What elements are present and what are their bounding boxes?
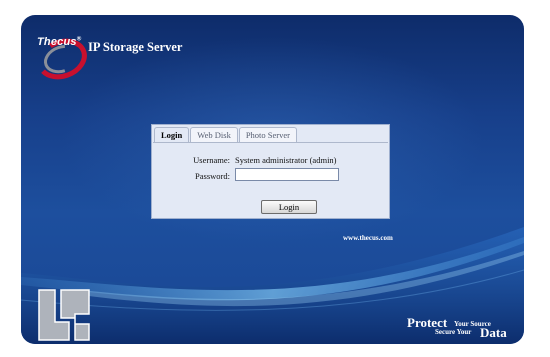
website-link[interactable]: www.thecus.com xyxy=(343,234,393,242)
product-title: IP Storage Server xyxy=(88,40,183,54)
tab-login[interactable]: Login xyxy=(154,127,190,142)
tagline-data: Data xyxy=(480,325,507,340)
tab-web-disk[interactable]: Web Disk xyxy=(190,127,238,142)
tagline-secure-your: Secure Your xyxy=(435,328,472,336)
login-form: Username: System administrator (admin) P… xyxy=(156,145,385,214)
legit-reviews-logo-icon xyxy=(38,289,90,341)
username-value: System administrator (admin) xyxy=(235,155,337,165)
password-label: Password: xyxy=(195,171,230,181)
login-panel: Login Web Disk Photo Server Username: Sy… xyxy=(151,124,390,219)
login-button[interactable]: Login xyxy=(261,200,317,214)
tab-photo-server[interactable]: Photo Server xyxy=(238,127,297,142)
login-tabs: Login Web Disk Photo Server xyxy=(154,127,297,143)
tab-divider xyxy=(153,142,388,143)
app-frame: Thecus® IP Storage Server Login Web Disk… xyxy=(21,15,524,344)
username-label: Username: xyxy=(193,155,230,165)
password-field[interactable] xyxy=(235,168,339,181)
brand-wordmark: Thecus® xyxy=(37,36,82,48)
